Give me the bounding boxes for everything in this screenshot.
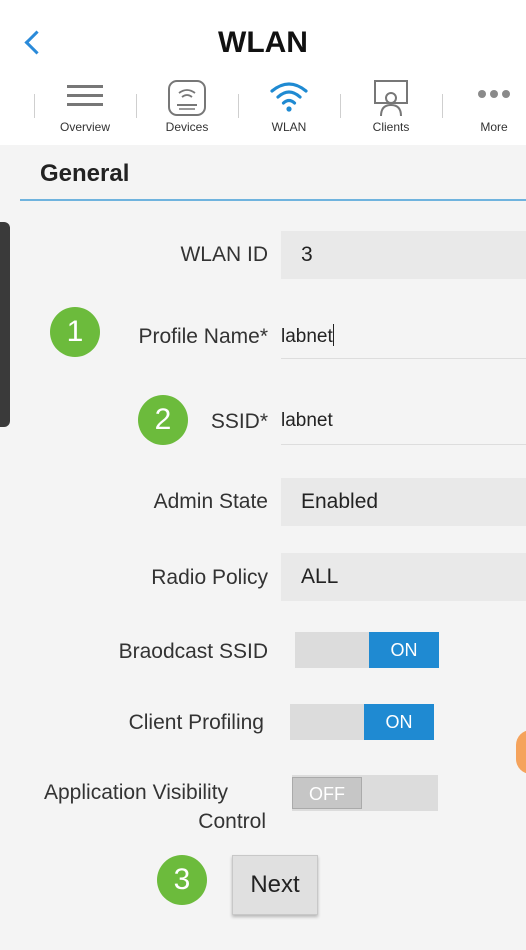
admin-state-label: Admin State: [153, 490, 268, 513]
tab-clients[interactable]: Clients: [341, 74, 441, 138]
profile-name-input[interactable]: labnet: [281, 324, 526, 359]
clients-icon: [371, 78, 411, 123]
section-title: General: [40, 160, 130, 187]
toggle-on-state: ON: [364, 704, 434, 740]
step-badge-1: 1: [50, 307, 100, 357]
tab-label: WLAN: [271, 120, 307, 134]
step-badge-2: 2: [138, 395, 188, 445]
tab-devices[interactable]: Devices: [137, 74, 237, 138]
wlan-id-field[interactable]: 3: [281, 231, 526, 279]
toggle-off-state: OFF: [292, 777, 362, 809]
next-button[interactable]: Next: [232, 855, 318, 915]
tab-label: More: [480, 120, 508, 134]
client-profiling-label: Client Profiling: [128, 711, 264, 734]
app-visibility-label-line1: Application Visibility: [44, 781, 229, 804]
ssid-label: SSID*: [210, 410, 268, 433]
tab-wlan[interactable]: WLAN: [239, 74, 339, 138]
profile-name-label: Profile Name*: [138, 325, 268, 348]
drawer-handle[interactable]: [0, 222, 10, 427]
tab-bar: Overview Devices WLAN Clients More: [0, 74, 526, 138]
app-header: WLAN Overview Devices WLAN Clients More: [0, 0, 526, 145]
app-visibility-label: Application Visibility Control: [20, 778, 266, 836]
tab-label: Devices: [165, 120, 209, 134]
radio-policy-select[interactable]: ALL: [281, 553, 526, 601]
wifi-icon: [269, 78, 309, 119]
tab-more[interactable]: More: [444, 74, 526, 138]
admin-state-select[interactable]: Enabled: [281, 478, 526, 526]
step-badge-3: 3: [157, 855, 207, 905]
tab-label: Clients: [372, 120, 410, 134]
admin-state-value: Enabled: [301, 490, 379, 513]
ssid-value: labnet: [281, 410, 333, 431]
profile-name-value: labnet: [281, 326, 333, 347]
page-title: WLAN: [218, 26, 308, 59]
toggle-on-state: ON: [369, 632, 439, 668]
tab-label: Overview: [59, 120, 110, 134]
more-icon: [474, 78, 514, 113]
app-visibility-label-line2: Control: [198, 810, 266, 833]
app-visibility-toggle[interactable]: OFF: [292, 775, 438, 811]
radio-policy-value: ALL: [301, 565, 339, 588]
wlan-id-label: WLAN ID: [180, 243, 268, 266]
tab-divider: [442, 94, 443, 118]
ssid-input[interactable]: labnet: [281, 410, 526, 445]
menu-icon: [65, 78, 105, 117]
broadcast-ssid-toggle[interactable]: ON: [295, 632, 439, 668]
text-cursor: [332, 324, 334, 346]
radio-policy-label: Radio Policy: [151, 566, 268, 589]
client-profiling-toggle[interactable]: ON: [290, 704, 434, 740]
tab-overview[interactable]: Overview: [35, 74, 135, 138]
section-divider: [20, 199, 526, 201]
broadcast-ssid-label: Braodcast SSID: [118, 640, 268, 663]
wlan-id-value: 3: [301, 243, 313, 266]
device-icon: [166, 78, 208, 123]
